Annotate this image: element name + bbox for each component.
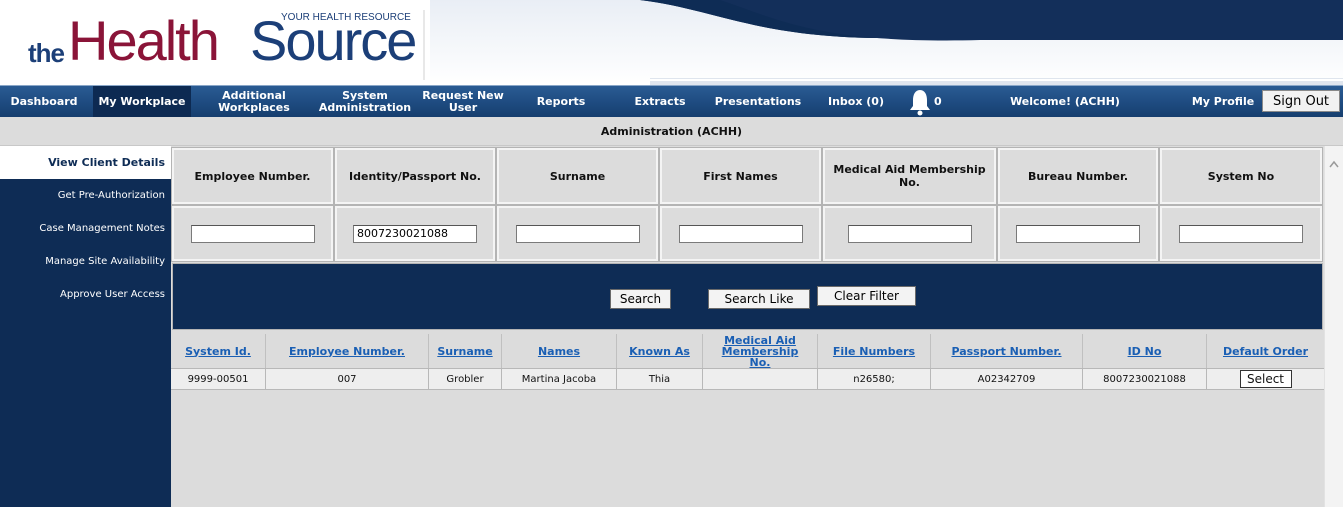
sidebar-item-view-client-details[interactable]: View Client Details [0, 146, 171, 179]
results-header-employee-number[interactable]: Employee Number. [266, 334, 429, 368]
search-cell-employee-number [171, 205, 334, 262]
sidebar-item-case-management-notes[interactable]: Case Management Notes [0, 212, 171, 245]
results-header-file-numbers[interactable]: File Numbers [818, 334, 931, 368]
result-cell-file-numbers: n26580; [818, 368, 931, 390]
search-header-first-names: First Names [659, 147, 822, 205]
sidebar-item-get-pre-authorization[interactable]: Get Pre-Authorization [0, 179, 171, 212]
search-header-bureau-number: Bureau Number. [997, 147, 1159, 205]
result-cell-names: Martina Jacoba [502, 368, 617, 390]
scroll-up-arrow-icon[interactable] [1329, 160, 1339, 168]
nav-inbox[interactable]: Inbox (0) [820, 86, 892, 117]
result-cell-passport-number: A02342709 [931, 368, 1083, 390]
results-header-medical-aid[interactable]: Medical Aid Membership No. [703, 334, 818, 368]
main-nav: Dashboard My Workplace Additional Workpl… [0, 85, 1343, 117]
health-source-logo: the Health Source YOUR HEALTH RESOURCE [28, 8, 418, 78]
sidebar-item-approve-user-access[interactable]: Approve User Access [0, 278, 171, 311]
search-button[interactable]: Search [610, 289, 671, 309]
result-cell-default-order: Select [1207, 368, 1324, 390]
result-cell-id-no: 8007230021088 [1083, 368, 1207, 390]
system-no-input[interactable] [1179, 224, 1303, 243]
nav-system-administration[interactable]: System Administration [318, 86, 412, 117]
search-cell-system-no [1159, 205, 1323, 262]
search-cell-surname [496, 205, 659, 262]
result-cell-known-as: Thia [617, 368, 703, 390]
employee-number-input[interactable] [190, 224, 315, 243]
result-cell-surname: Grobler [429, 368, 502, 390]
clear-filter-button[interactable]: Clear Filter [817, 286, 916, 306]
search-cell-bureau-number [997, 205, 1159, 262]
search-cell-first-names [659, 205, 822, 262]
results-header-system-id[interactable]: System Id. [171, 334, 266, 368]
search-header-medical-aid: Medical Aid Membership No. [822, 147, 997, 205]
header: the Health Source YOUR HEALTH RESOURCE [0, 0, 1343, 85]
search-header-employee-number: Employee Number. [171, 147, 334, 205]
search-header-identity-passport: Identity/Passport No. [334, 147, 496, 205]
logo-separator [423, 10, 425, 80]
welcome-text: Welcome! (ACHH) [1010, 94, 1120, 108]
search-header-surname: Surname [496, 147, 659, 205]
results-header-names[interactable]: Names [502, 334, 617, 368]
vertical-scrollbar[interactable] [1324, 146, 1343, 507]
sidebar-item-manage-site-availability[interactable]: Manage Site Availability [0, 245, 171, 278]
results-header-surname[interactable]: Surname [429, 334, 502, 368]
page-title: Administration (ACHH) [0, 117, 1343, 146]
nav-reports[interactable]: Reports [523, 86, 599, 117]
result-cell-employee-number: 007 [266, 368, 429, 390]
nav-additional-workplaces[interactable]: Additional Workplaces [206, 86, 302, 117]
nav-presentations[interactable]: Presentations [712, 86, 804, 117]
results-header-id-no[interactable]: ID No [1083, 334, 1207, 368]
nav-extracts[interactable]: Extracts [622, 86, 698, 117]
results-header-default-order[interactable]: Default Order [1207, 334, 1324, 368]
search-cell-medical-aid [822, 205, 997, 262]
nav-dashboard[interactable]: Dashboard [0, 86, 88, 117]
result-cell-medical-aid [703, 368, 818, 390]
nav-request-new-user[interactable]: Request New User [420, 86, 506, 117]
search-header-system-no: System No [1159, 147, 1323, 205]
bell-icon[interactable] [907, 88, 933, 116]
results-header-passport-number[interactable]: Passport Number. [931, 334, 1083, 368]
sign-out-button[interactable]: Sign Out [1262, 90, 1340, 112]
search-like-button[interactable]: Search Like [708, 289, 810, 309]
sidebar: View Client Details Get Pre-Authorizatio… [0, 146, 171, 507]
nav-my-profile[interactable]: My Profile [1188, 86, 1258, 117]
main-content: Employee Number. Identity/Passport No. S… [171, 146, 1324, 507]
notification-count: 0 [934, 95, 942, 108]
logo-the-text: the [28, 38, 65, 68]
nav-my-workplace[interactable]: My Workplace [93, 86, 191, 117]
result-cell-system-id: 9999-00501 [171, 368, 266, 390]
search-cell-identity-passport [334, 205, 496, 262]
bureau-number-input[interactable] [1016, 224, 1140, 243]
identity-passport-input[interactable] [353, 224, 477, 243]
search-button-panel: Search Search Like Clear Filter [172, 263, 1323, 330]
first-names-input[interactable] [678, 224, 803, 243]
logo-tagline: YOUR HEALTH RESOURCE [281, 12, 411, 23]
logo-health-text: Health [68, 9, 220, 72]
results-header-known-as[interactable]: Known As [617, 334, 703, 368]
medical-aid-input[interactable] [847, 224, 972, 243]
select-button[interactable]: Select [1239, 370, 1292, 388]
surname-input[interactable] [515, 224, 640, 243]
